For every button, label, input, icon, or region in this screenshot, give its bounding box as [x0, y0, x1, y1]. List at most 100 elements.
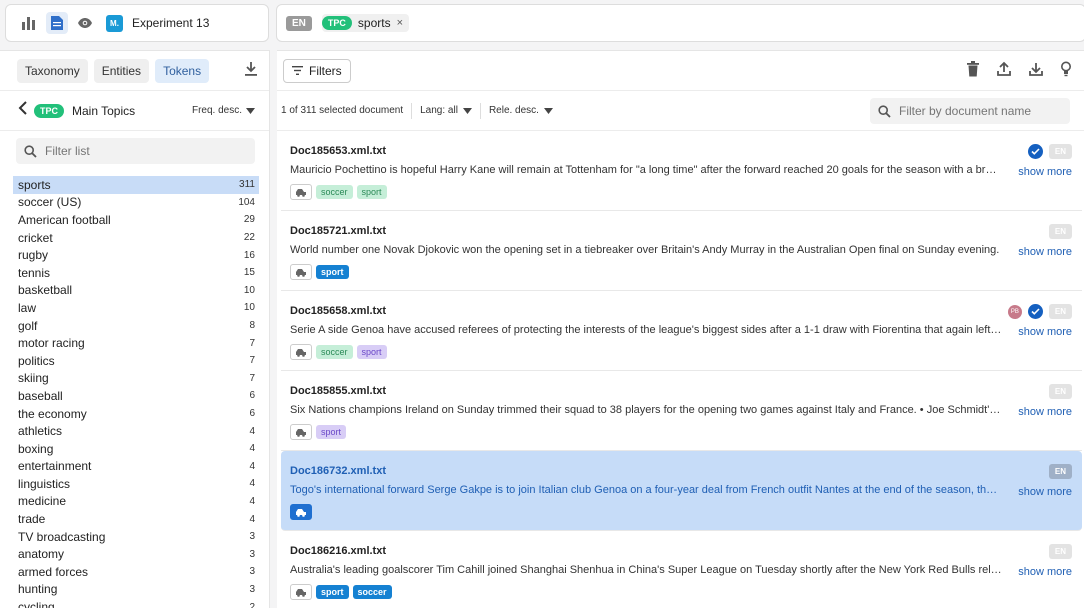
tag-add-icon[interactable] [290, 424, 312, 440]
document-icon[interactable] [46, 12, 68, 34]
topic-item[interactable]: entertainment 4 [13, 458, 259, 476]
caret-down-icon [462, 107, 472, 114]
left-panel: Taxonomy Entities Tokens TPC Main Topics… [0, 50, 270, 608]
document-card[interactable]: Doc185721.xml.txt World number one Novak … [281, 211, 1082, 291]
topic-name: motor racing [18, 336, 85, 351]
topic-item[interactable]: linguistics 4 [13, 475, 259, 493]
topic-item[interactable]: tennis 15 [13, 264, 259, 282]
document-search-input[interactable] [899, 104, 1059, 118]
topic-item[interactable]: athletics 4 [13, 422, 259, 440]
topic-item[interactable]: cycling 2 [13, 598, 259, 608]
document-name[interactable]: Doc186732.xml.txt [290, 465, 1072, 477]
filter-list-box[interactable] [16, 138, 255, 164]
topic-item[interactable]: boxing 4 [13, 440, 259, 458]
tag-sport[interactable]: sport [356, 185, 387, 199]
tab-tokens[interactable]: Tokens [155, 58, 210, 83]
topic-name: boxing [18, 441, 54, 456]
back-arrow-icon[interactable] [18, 101, 28, 120]
topic-filter-pill[interactable]: TPC sports × [321, 14, 410, 32]
topic-item[interactable]: sports 311 [13, 176, 259, 194]
topic-item[interactable]: basketball 10 [13, 282, 259, 300]
topic-item[interactable]: rugby 16 [13, 246, 259, 264]
document-name[interactable]: Doc185855.xml.txt [290, 385, 1072, 397]
tag-sport[interactable]: sport [356, 345, 387, 359]
document-name[interactable]: Doc186216.xml.txt [290, 545, 1072, 557]
tag-soccer[interactable]: soccer [316, 345, 353, 359]
show-more-link[interactable]: show more [1018, 246, 1072, 258]
tag-add-icon[interactable] [290, 184, 312, 200]
download-icon[interactable] [1028, 61, 1044, 80]
tag-sport[interactable]: sport [316, 265, 349, 279]
tag-soccer[interactable]: soccer [352, 585, 392, 599]
document-card[interactable]: Doc186732.xml.txt Togo's international fo… [281, 451, 1082, 531]
topic-item[interactable]: TV broadcasting 3 [13, 528, 259, 546]
topic-item[interactable]: the economy 6 [13, 405, 259, 423]
tag-add-icon[interactable] [290, 344, 312, 360]
tag-sport[interactable]: sport [316, 585, 349, 599]
upload-icon[interactable] [996, 61, 1012, 80]
topic-count: 22 [243, 232, 255, 244]
topic-item[interactable]: baseball 6 [13, 387, 259, 405]
tag-soccer[interactable]: soccer [316, 185, 353, 199]
document-badges: EN [1048, 224, 1072, 239]
document-name[interactable]: Doc185658.xml.txt [290, 305, 1072, 317]
trash-icon[interactable] [966, 61, 980, 80]
lang-chip[interactable]: EN [286, 15, 312, 31]
topic-item[interactable]: golf 8 [13, 317, 259, 335]
topic-item[interactable]: skiing 7 [13, 370, 259, 388]
tab-entities[interactable]: Entities [93, 58, 150, 83]
sort-dropdown[interactable]: Freq. desc. [192, 105, 255, 116]
filters-button[interactable]: Filters [283, 58, 351, 83]
topic-item[interactable]: cricket 22 [13, 229, 259, 247]
tag-add-icon[interactable] [290, 504, 312, 520]
document-card[interactable]: Doc186216.xml.txt Australia's leading goa… [281, 531, 1082, 608]
check-circle-icon[interactable] [1027, 304, 1043, 319]
topic-item[interactable]: anatomy 3 [13, 545, 259, 563]
topic-item[interactable]: medicine 4 [13, 493, 259, 511]
document-card[interactable]: Doc185855.xml.txt Six Nations champions I… [281, 371, 1082, 451]
lightbulb-icon[interactable] [1060, 61, 1072, 80]
document-search-box[interactable] [870, 98, 1070, 124]
tag-sport[interactable]: sport [316, 425, 347, 439]
topic-name: sports [18, 177, 51, 192]
topic-name: hunting [18, 582, 58, 597]
filter-list-input[interactable] [45, 144, 245, 158]
check-circle-icon[interactable] [1027, 144, 1043, 159]
document-card[interactable]: Doc185658.xml.txt Serie A side Genoa have… [281, 291, 1082, 371]
lang-dropdown[interactable]: Lang: all [420, 105, 472, 116]
topic-item[interactable]: trade 4 [13, 510, 259, 528]
project-name[interactable]: Experiment 13 [132, 16, 209, 30]
topic-item[interactable]: politics 7 [13, 352, 259, 370]
topic-item[interactable]: hunting 3 [13, 581, 259, 599]
topic-list: sports 311 soccer (US) 104 American football… [0, 176, 269, 608]
download-icon[interactable] [243, 61, 259, 80]
topic-name: basketball [18, 283, 73, 298]
document-name[interactable]: Doc185721.xml.txt [290, 225, 1072, 237]
eye-icon[interactable] [74, 12, 96, 34]
topic-name: skiing [18, 371, 49, 386]
user-avatar: PB [1007, 304, 1022, 319]
show-more-link[interactable]: show more [1018, 326, 1072, 338]
document-badges: EN [1048, 384, 1072, 399]
document-tags: soccer sport [290, 184, 1072, 200]
show-more-link[interactable]: show more [1018, 406, 1072, 418]
tab-taxonomy[interactable]: Taxonomy [17, 58, 88, 83]
topic-item[interactable]: armed forces 3 [13, 563, 259, 581]
show-more-link[interactable]: show more [1018, 566, 1072, 578]
relevance-dropdown[interactable]: Rele. desc. [489, 105, 553, 116]
topic-count: 16 [243, 249, 255, 261]
topic-item[interactable]: American football 29 [13, 211, 259, 229]
show-more-link[interactable]: show more [1018, 166, 1072, 178]
topic-item[interactable]: motor racing 7 [13, 334, 259, 352]
show-more-link[interactable]: show more [1018, 486, 1072, 498]
document-snippet: Six Nations champions Ireland on Sunday … [290, 404, 1002, 416]
topic-item[interactable]: law 10 [13, 299, 259, 317]
close-icon[interactable]: × [397, 17, 403, 29]
document-card[interactable]: Doc185653.xml.txt Mauricio Pochettino is … [281, 131, 1082, 211]
tag-add-icon[interactable] [290, 584, 312, 600]
bar-chart-icon[interactable] [18, 12, 40, 34]
tag-add-icon[interactable] [290, 264, 312, 280]
topic-item[interactable]: soccer (US) 104 [13, 194, 259, 212]
topic-count: 4 [249, 425, 255, 437]
document-name[interactable]: Doc185653.xml.txt [290, 145, 1072, 157]
